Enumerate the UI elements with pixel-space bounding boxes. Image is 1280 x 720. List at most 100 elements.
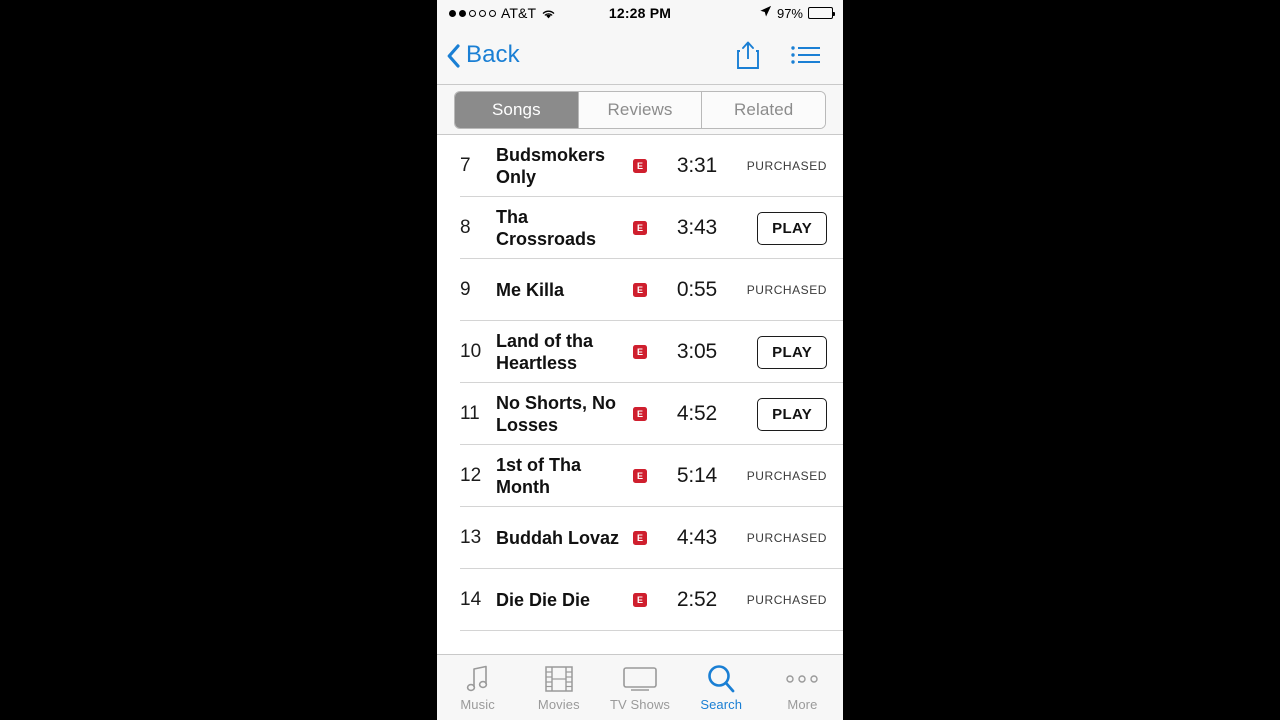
purchased-label: PURCHASED (746, 531, 827, 545)
song-action-slot: PLAY (717, 211, 827, 245)
back-button[interactable]: Back (447, 41, 520, 69)
song-title: 1st of Tha Month (496, 455, 582, 497)
tab-bar: Music Movies TV Shows Search More (437, 654, 843, 720)
explicit-icon: E (633, 593, 647, 607)
battery-percent-label: 97% (776, 5, 803, 21)
status-bar: AT&T 12:28 PM 97% (437, 0, 843, 26)
tab-movies-label: Movies (537, 697, 580, 712)
tab-music[interactable]: Music (437, 655, 518, 712)
tab-movies[interactable]: Movies (518, 655, 599, 712)
tab-tvshows[interactable]: TV Shows (599, 655, 680, 712)
status-bar-right: 97% (759, 0, 835, 26)
tab-tvshows-label: TV Shows (609, 697, 671, 712)
tab-search[interactable]: Search (681, 655, 762, 712)
purchased-label: PURCHASED (746, 469, 827, 483)
film-strip-icon (545, 664, 573, 694)
song-action-slot: PURCHASED (717, 531, 827, 545)
tab-more[interactable]: More (762, 655, 843, 712)
song-duration: 0:55 (676, 278, 717, 301)
song-track-number: 7 (460, 155, 471, 176)
song-track-number: 8 (460, 217, 471, 238)
explicit-badge-slot: E (625, 345, 655, 359)
explicit-badge-slot: E (625, 283, 655, 297)
song-list[interactable]: 7 Budsmokers Only E 3:31 PURCHASED 8 Tha Cross… (437, 135, 843, 655)
tab-more-label: More (787, 697, 818, 712)
chevron-left-icon (447, 44, 460, 68)
song-title: Die Die Die (496, 590, 591, 610)
song-row[interactable]: 10 Land of tha Heartless E 3:05 PLAY (437, 321, 843, 383)
song-track-number: 10 (460, 341, 482, 362)
tab-songs[interactable]: Songs (455, 91, 579, 128)
song-action-slot: PURCHASED (717, 283, 827, 297)
share-icon[interactable] (735, 40, 761, 70)
song-action-slot: PURCHASED (717, 469, 827, 483)
song-duration: 3:43 (676, 216, 717, 239)
segmented-control: Songs Reviews Related (454, 90, 826, 129)
song-duration: 4:52 (676, 402, 717, 425)
song-row[interactable]: 12 1st of Tha Month E 5:14 PURCHASED (437, 445, 843, 507)
song-title: Buddah Lovaz (496, 528, 620, 548)
purchased-label: PURCHASED (746, 593, 827, 607)
song-action-slot: PURCHASED (717, 593, 827, 607)
song-track-number: 9 (460, 279, 471, 300)
song-row[interactable]: 9 Me Killa E 0:55 PURCHASED (437, 259, 843, 321)
search-icon (706, 664, 736, 694)
explicit-icon: E (633, 531, 647, 545)
song-action-slot: PURCHASED (717, 159, 827, 173)
explicit-icon: E (633, 407, 647, 421)
song-row[interactable]: 13 Buddah Lovaz E 4:43 PURCHASED (437, 507, 843, 569)
song-title: Tha Crossroads (496, 207, 597, 249)
explicit-icon: E (633, 469, 647, 483)
song-track-number: 14 (460, 589, 482, 610)
explicit-badge-slot: E (625, 221, 655, 235)
song-duration: 4:43 (676, 526, 717, 549)
song-duration: 3:31 (676, 154, 717, 177)
explicit-badge-slot: E (625, 593, 655, 607)
play-button[interactable]: PLAY (757, 335, 827, 369)
explicit-icon: E (633, 345, 647, 359)
song-duration: 3:05 (676, 340, 717, 363)
song-duration: 5:14 (676, 464, 717, 487)
ellipsis-icon (785, 664, 819, 694)
song-row[interactable]: 11 No Shorts, No Losses E 4:52 PLAY (437, 383, 843, 445)
tab-related[interactable]: Related (702, 91, 825, 128)
purchased-label: PURCHASED (746, 283, 827, 297)
nav-bar-actions (735, 40, 821, 70)
tab-search-label: Search (700, 697, 743, 712)
play-button[interactable]: PLAY (757, 397, 827, 431)
list-icon[interactable] (791, 44, 821, 66)
music-note-icon (465, 664, 491, 694)
song-track-number: 13 (460, 527, 482, 548)
location-arrow-icon (759, 5, 772, 21)
song-row[interactable]: 7 Budsmokers Only E 3:31 PURCHASED (437, 135, 843, 197)
song-duration: 2:52 (676, 588, 717, 611)
song-row[interactable]: 8 Tha Crossroads E 3:43 PLAY (437, 197, 843, 259)
explicit-icon: E (633, 283, 647, 297)
monitor-icon (623, 664, 657, 694)
navigation-bar: Back (437, 26, 843, 85)
tab-reviews[interactable]: Reviews (578, 91, 703, 128)
song-row[interactable]: 14 Die Die Die E 2:52 PURCHASED (437, 569, 843, 631)
phone-screen: AT&T 12:28 PM 97% Back Songs Reviews Rel… (437, 0, 843, 720)
battery-icon (808, 7, 835, 19)
explicit-badge-slot: E (625, 469, 655, 483)
segmented-control-container: Songs Reviews Related (437, 85, 843, 135)
song-title: Land of tha Heartless (496, 331, 593, 373)
back-button-label: Back (466, 41, 520, 68)
tab-music-label: Music (460, 697, 495, 712)
song-action-slot: PLAY (717, 397, 827, 431)
song-title: Budsmokers Only (496, 145, 606, 187)
play-button[interactable]: PLAY (757, 211, 827, 245)
screenshot-stage: AT&T 12:28 PM 97% Back Songs Reviews Rel… (0, 0, 1280, 720)
purchased-label: PURCHASED (746, 159, 827, 173)
song-track-number: 11 (460, 403, 480, 424)
explicit-badge-slot: E (625, 407, 655, 421)
song-track-number: 12 (460, 465, 482, 486)
song-title: Me Killa (496, 280, 565, 300)
explicit-icon: E (633, 221, 647, 235)
explicit-badge-slot: E (625, 531, 655, 545)
explicit-badge-slot: E (625, 159, 655, 173)
explicit-icon: E (633, 159, 647, 173)
song-title: No Shorts, No Losses (496, 393, 616, 435)
song-action-slot: PLAY (717, 335, 827, 369)
